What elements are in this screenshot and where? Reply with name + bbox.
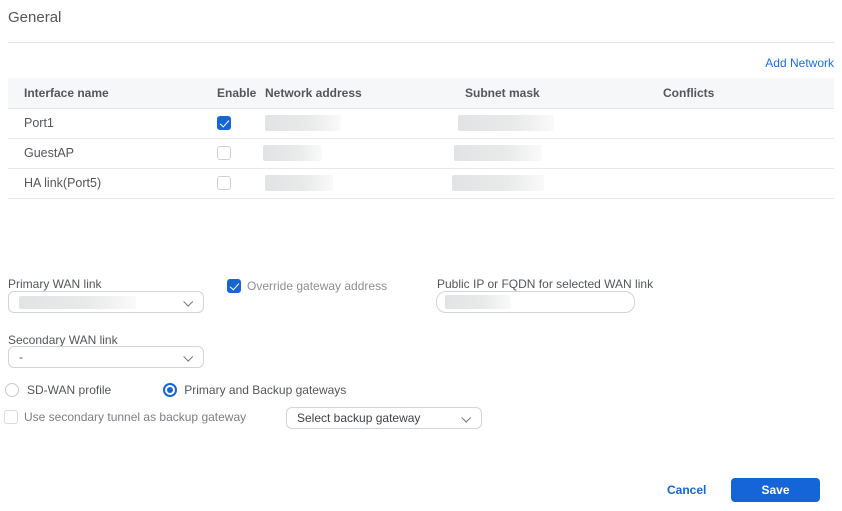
- table-row: GuestAP: [8, 138, 834, 168]
- primary-backup-gateways-radio[interactable]: [163, 383, 177, 397]
- subnet-mask-redacted-value: [452, 175, 544, 191]
- conflicts-cell: [663, 168, 834, 198]
- secondary-tunnel-checkbox[interactable]: [4, 410, 18, 424]
- col-header-interface-name: Interface name: [8, 78, 217, 108]
- enable-checkbox[interactable]: [217, 146, 231, 160]
- secondary-tunnel-row: Use secondary tunnel as backup gateway: [4, 410, 246, 424]
- backup-gateway-select[interactable]: Select backup gateway: [286, 407, 482, 429]
- public-ip-input[interactable]: [436, 291, 635, 313]
- col-header-enable: Enable: [217, 78, 265, 108]
- secondary-wan-value: -: [19, 350, 23, 364]
- interface-name-cell: HA link(Port5): [8, 168, 217, 198]
- table-header-row: Interface name Enable Network address Su…: [8, 78, 834, 108]
- override-gateway-label: Override gateway address: [247, 279, 387, 293]
- secondary-wan-label: Secondary WAN link: [8, 333, 118, 347]
- primary-wan-redacted-value: [19, 296, 136, 309]
- subnet-mask-redacted-value: [454, 145, 542, 161]
- network-address-redacted-value: [265, 175, 333, 191]
- add-network-link[interactable]: Add Network: [765, 56, 834, 70]
- network-address-redacted-value: [263, 145, 322, 161]
- public-ip-label: Public IP or FQDN for selected WAN link: [437, 277, 653, 291]
- save-button[interactable]: Save: [731, 478, 820, 502]
- secondary-wan-select[interactable]: -: [8, 346, 204, 368]
- backup-gateway-value: Select backup gateway: [297, 411, 420, 425]
- general-settings-page: General Add Network Interface name Enabl…: [0, 0, 842, 511]
- enable-checkbox[interactable]: [217, 116, 231, 130]
- override-gateway-row: Override gateway address: [227, 279, 387, 293]
- cancel-button[interactable]: Cancel: [667, 483, 706, 497]
- interface-name-cell: GuestAP: [8, 138, 217, 168]
- chevron-down-icon: [183, 352, 193, 362]
- override-gateway-checkbox[interactable]: [227, 279, 241, 293]
- primary-wan-select[interactable]: [8, 291, 204, 313]
- sd-wan-profile-radio[interactable]: [5, 383, 19, 397]
- enable-checkbox[interactable]: [217, 176, 231, 190]
- sd-wan-profile-label: SD-WAN profile: [27, 383, 111, 397]
- chevron-down-icon: [461, 413, 471, 423]
- col-header-subnet-mask: Subnet mask: [465, 78, 663, 108]
- secondary-tunnel-label: Use secondary tunnel as backup gateway: [24, 410, 246, 424]
- chevron-down-icon: [183, 297, 193, 307]
- table-row: HA link(Port5): [8, 168, 834, 198]
- conflicts-cell: [663, 138, 834, 168]
- primary-backup-gateways-label: Primary and Backup gateways: [184, 383, 346, 397]
- network-address-redacted-value: [265, 115, 341, 131]
- conflicts-cell: [663, 108, 834, 138]
- subnet-mask-redacted-value: [458, 115, 554, 131]
- public-ip-redacted-value: [445, 295, 511, 309]
- interface-name-cell: Port1: [8, 108, 217, 138]
- col-header-network-address: Network address: [265, 78, 465, 108]
- primary-wan-label: Primary WAN link: [8, 277, 102, 291]
- title-divider: [8, 42, 834, 43]
- interfaces-table: Interface name Enable Network address Su…: [8, 78, 834, 199]
- col-header-conflicts: Conflicts: [663, 78, 834, 108]
- table-row: Port1: [8, 108, 834, 138]
- routing-mode-group: SD-WAN profile Primary and Backup gatewa…: [5, 383, 346, 397]
- page-title: General: [8, 9, 61, 26]
